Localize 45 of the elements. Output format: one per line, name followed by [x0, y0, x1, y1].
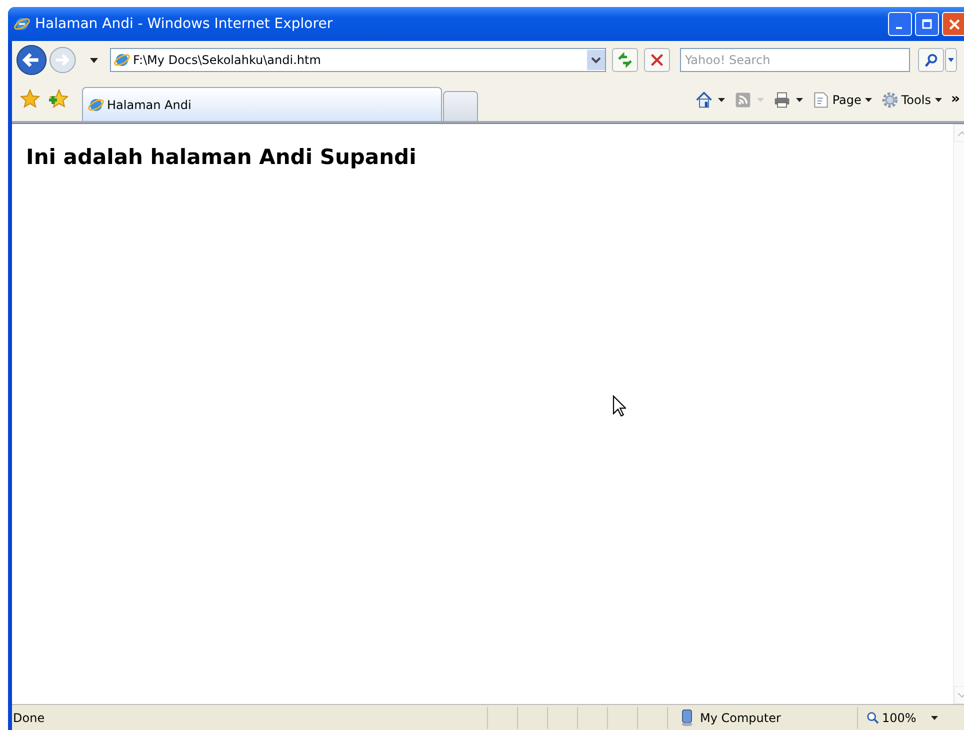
zoom-button[interactable]: 100% [857, 706, 927, 728]
page-icon [114, 52, 130, 68]
caret-icon [948, 58, 954, 62]
printer-icon[interactable] [773, 91, 792, 109]
browser-logo-icon [14, 16, 30, 32]
refresh-icon [617, 52, 633, 68]
address-field[interactable]: F:\My Docs\Sekolahku\andi.htm [110, 48, 606, 72]
minimize-icon [896, 27, 902, 29]
stop-icon [650, 53, 664, 67]
caret-icon[interactable] [718, 98, 726, 102]
page-heading: Ini adalah halaman Andi Supandi [26, 145, 418, 169]
page-icon [812, 91, 830, 109]
menu-button[interactable]: Page [812, 91, 878, 109]
stop-button[interactable] [644, 48, 670, 72]
caret-icon[interactable] [796, 98, 804, 102]
browser-tab[interactable]: Halaman Andi [82, 87, 442, 121]
maximize-button[interactable] [915, 12, 939, 36]
minimize-button[interactable] [888, 12, 912, 36]
refresh-button[interactable] [612, 48, 638, 72]
window-title: Halaman Andi - Windows Internet Explorer [35, 16, 334, 32]
zoom-icon [866, 711, 879, 724]
caret-icon[interactable] [90, 58, 98, 62]
close-button[interactable] [942, 12, 964, 36]
search-button[interactable] [918, 48, 944, 72]
maximize-icon [922, 19, 932, 29]
search-field[interactable]: Yahoo! Search [680, 48, 910, 72]
status-text: Done [12, 710, 46, 724]
dropdown-icon[interactable] [587, 50, 605, 70]
url-text: F:\My Docs\Sekolahku\andi.htm [133, 53, 322, 67]
close-icon [948, 18, 960, 30]
add-favorite-icon[interactable] [48, 89, 68, 109]
star-icon[interactable] [20, 89, 40, 109]
caret-icon[interactable] [931, 716, 938, 720]
menu-button[interactable]: Tools [881, 91, 948, 109]
page-icon [88, 96, 104, 112]
search-options-button[interactable] [945, 48, 957, 72]
caret-icon [757, 98, 764, 102]
caret-icon [934, 98, 942, 102]
mouse-cursor-icon [612, 395, 626, 417]
search-icon [924, 52, 938, 68]
overflow-chevron[interactable]: » [950, 91, 960, 107]
zone-text: My Computer [700, 710, 781, 724]
caret-icon [865, 98, 872, 102]
settings-icon [881, 91, 900, 109]
home-icon[interactable] [695, 91, 714, 109]
